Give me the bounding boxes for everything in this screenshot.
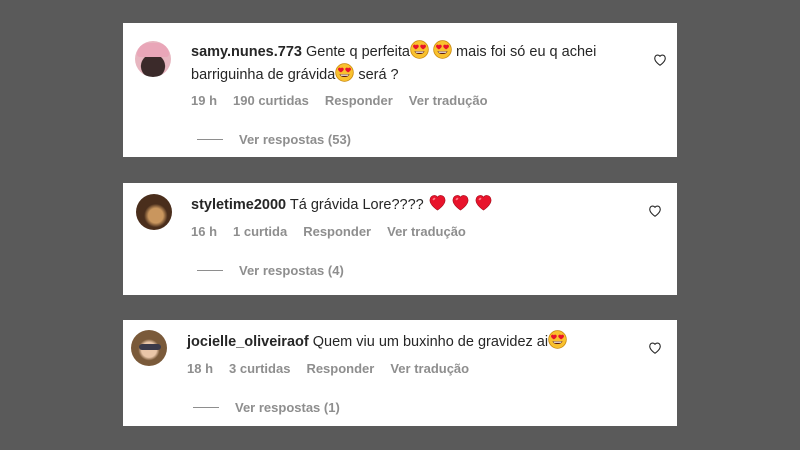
view-replies-button[interactable]: Ver respostas (4): [197, 263, 344, 278]
comment-text: styletime2000 Tá grávida Lore????: [191, 193, 631, 216]
comment-meta: 19 h 190 curtidas Responder Ver tradução: [191, 93, 488, 108]
red-heart-emoji-icon: [474, 193, 493, 212]
timestamp: 19 h: [191, 93, 218, 108]
view-replies-label[interactable]: Ver respostas (1): [235, 400, 340, 415]
heart-eyes-emoji-icon: [433, 40, 452, 59]
likes-count[interactable]: 3 curtidas: [229, 361, 290, 376]
comment-body: Quem viu um buxinho de gravidez ai: [312, 334, 549, 350]
view-replies-label[interactable]: Ver respostas (53): [239, 132, 351, 147]
username[interactable]: styletime2000: [191, 197, 286, 213]
comment-card: jocielle_oliveiraof Quem viu um buxinho …: [123, 320, 677, 426]
like-heart-icon[interactable]: [653, 53, 667, 67]
timestamp: 16 h: [191, 224, 218, 239]
timestamp: 18 h: [187, 361, 214, 376]
see-translation-button[interactable]: Ver tradução: [387, 224, 466, 239]
red-heart-emoji-icon: [451, 193, 470, 212]
username[interactable]: jocielle_oliveiraof: [187, 334, 309, 350]
view-replies-label[interactable]: Ver respostas (4): [239, 263, 344, 278]
reply-button[interactable]: Responder: [303, 224, 371, 239]
comment-meta: 16 h 1 curtida Responder Ver tradução: [191, 224, 466, 239]
likes-count[interactable]: 1 curtida: [233, 224, 287, 239]
comment-card: samy.nunes.773 Gente q perfeita mais foi…: [123, 23, 677, 157]
heart-eyes-emoji-icon: [335, 63, 354, 82]
avatar[interactable]: [131, 330, 167, 366]
heart-eyes-emoji-icon: [548, 330, 567, 349]
avatar[interactable]: [136, 194, 172, 230]
comment-body: Tá grávida Lore????: [289, 197, 424, 213]
likes-count[interactable]: 190 curtidas: [233, 93, 309, 108]
like-heart-icon[interactable]: [648, 341, 662, 355]
comment-text: samy.nunes.773 Gente q perfeita mais foi…: [191, 40, 631, 86]
red-heart-emoji-icon: [428, 193, 447, 212]
comment-meta: 18 h 3 curtidas Responder Ver tradução: [187, 361, 469, 376]
comment-card: styletime2000 Tá grávida Lore???? 16 h 1…: [123, 183, 677, 295]
reply-button[interactable]: Responder: [325, 93, 393, 108]
comment-body: Gente q perfeita: [306, 44, 410, 60]
comment-body: barriguinha de grávida: [191, 67, 336, 83]
reply-button[interactable]: Responder: [306, 361, 374, 376]
replies-divider: [197, 139, 223, 140]
view-replies-button[interactable]: Ver respostas (53): [197, 132, 351, 147]
comment-body: mais foi só eu q achei: [452, 44, 597, 60]
replies-divider: [197, 270, 223, 271]
replies-divider: [193, 407, 219, 408]
comment-body: será ?: [354, 67, 399, 83]
username[interactable]: samy.nunes.773: [191, 44, 302, 60]
heart-eyes-emoji-icon: [410, 40, 429, 59]
see-translation-button[interactable]: Ver tradução: [390, 361, 469, 376]
comment-text: jocielle_oliveiraof Quem viu um buxinho …: [187, 330, 637, 353]
see-translation-button[interactable]: Ver tradução: [409, 93, 488, 108]
like-heart-icon[interactable]: [648, 204, 662, 218]
view-replies-button[interactable]: Ver respostas (1): [193, 400, 340, 415]
avatar[interactable]: [135, 41, 171, 77]
